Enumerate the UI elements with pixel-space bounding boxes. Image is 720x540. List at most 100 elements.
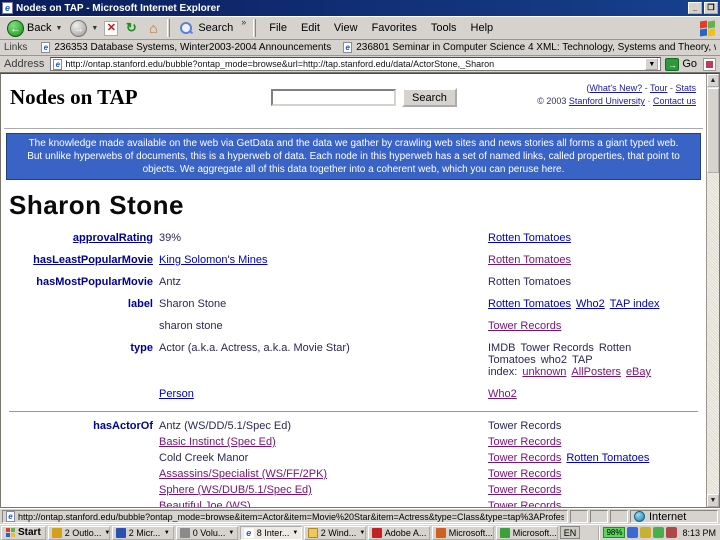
source-link[interactable]: Tower Records <box>488 436 561 448</box>
links-bar-item[interactable]: 236801 Seminar in Computer Science 4 XML… <box>356 42 716 53</box>
address-dropdown-icon[interactable]: ▼ <box>645 58 659 70</box>
scroll-down-icon[interactable]: ▼ <box>707 494 719 507</box>
property-row: hasMostPopularMovie Antz Rotten Tomatoes <box>7 271 700 293</box>
search-toolbar-button[interactable]: Search <box>173 20 237 36</box>
toolbar-overflow-chevron[interactable]: » <box>241 17 246 27</box>
scrollbar-track[interactable] <box>707 173 719 494</box>
source-link[interactable]: Tower Records <box>488 452 561 464</box>
back-label: Back <box>27 22 52 34</box>
nav-link-what-s-new[interactable]: What's New? <box>589 83 642 93</box>
property-row: sharon stone Tower Records <box>7 315 700 337</box>
status-pane-2 <box>590 510 608 523</box>
property-label: label <box>127 298 153 310</box>
property-value[interactable]: Sphere (WS/DUB/5.1/Spec Ed) <box>159 484 312 496</box>
title-bar: e Nodes on TAP - Microsoft Internet Expl… <box>0 0 720 16</box>
back-dropdown-icon[interactable]: ▼ <box>55 25 62 32</box>
address-field[interactable]: e http://ontap.stanford.edu/bubble?ontap… <box>50 57 662 71</box>
go-button[interactable]: → Go <box>665 57 697 71</box>
menu-item-favorites[interactable]: Favorites <box>366 20 423 36</box>
property-value[interactable]: Person <box>159 388 194 400</box>
property-value[interactable]: King Solomon's Mines <box>159 254 268 266</box>
contact-us-link[interactable]: Contact us <box>653 96 696 106</box>
volume-tray-icon[interactable] <box>640 527 652 538</box>
restore-button[interactable]: ❐ <box>704 2 718 14</box>
source-link[interactable]: AllPosters <box>571 366 621 378</box>
property-value[interactable]: Beautiful Joe (WS) <box>159 500 251 507</box>
home-button[interactable]: ⌂ <box>144 20 162 37</box>
source-link[interactable]: Tower Records <box>488 484 561 496</box>
source-link[interactable]: Who2 <box>576 298 605 310</box>
search-button[interactable]: Search <box>402 88 457 107</box>
forward-dropdown-icon[interactable]: ▼ <box>91 25 98 32</box>
menu-item-view[interactable]: View <box>328 20 364 36</box>
menu-item-tools[interactable]: Tools <box>425 20 463 36</box>
stop-button[interactable]: ✕ <box>104 20 119 36</box>
source-link: IMDB <box>488 342 516 354</box>
taskbar-button[interactable]: 2 Wind... ▼ <box>303 525 366 540</box>
property-source-cell: Tower Records <box>488 436 700 448</box>
scrollbar-thumb[interactable] <box>707 88 719 173</box>
refresh-button[interactable]: ↻ <box>122 20 140 37</box>
property-label[interactable]: approvalRating <box>7 232 153 244</box>
scroll-up-icon[interactable]: ▲ <box>707 74 719 87</box>
taskbar-button[interactable]: 2 Outlo... ▼ <box>47 525 110 540</box>
word-icon <box>115 527 126 538</box>
source-link[interactable]: Rotten Tomatoes <box>566 452 649 464</box>
nav-link-stats[interactable]: Stats <box>675 83 696 93</box>
group-dropdown-icon[interactable]: ▼ <box>104 530 108 536</box>
group-dropdown-icon[interactable]: ▼ <box>292 530 298 536</box>
back-button[interactable]: ← Back ▼ <box>3 19 66 38</box>
taskbar-button[interactable]: 2 Micr... ▼ <box>111 525 174 540</box>
start-button[interactable]: Start <box>1 525 46 540</box>
network-icon[interactable] <box>666 527 678 538</box>
property-row: Cold Creek Manor Tower Records Rotten Toma… <box>7 450 700 466</box>
source-link[interactable]: Rotten Tomatoes <box>488 254 571 266</box>
menu-item-file[interactable]: File <box>263 20 293 36</box>
messenger-icon[interactable] <box>653 527 665 538</box>
source-link[interactable]: TAP index <box>610 298 660 310</box>
property-source-cell: Rotten Tomatoes <box>488 276 700 288</box>
language-indicator[interactable]: EN <box>559 526 581 539</box>
address-url[interactable]: http://ontap.stanford.edu/bubble?ontap_m… <box>65 59 645 69</box>
forward-button[interactable]: → ▼ <box>66 19 102 38</box>
msn-icon <box>499 527 510 538</box>
taskbar-button[interactable]: Adobe A... <box>367 525 430 540</box>
browser-extension-icon[interactable] <box>703 57 716 71</box>
source-link[interactable]: Who2 <box>488 388 517 400</box>
minimize-button[interactable]: _ <box>688 2 702 14</box>
property-label[interactable]: hasLeastPopularMovie <box>7 254 153 266</box>
nav-link-separator: - <box>642 83 650 93</box>
taskbar-button[interactable]: 0 Volu... ▼ <box>175 525 238 540</box>
links-bar-item[interactable]: 236353 Database Systems, Winter2003-2004… <box>54 42 331 53</box>
battery-indicator[interactable]: 98% <box>603 527 626 538</box>
menu-item-edit[interactable]: Edit <box>295 20 326 36</box>
browser-viewport: Nodes on TAP Search (What's New? - Tour … <box>0 73 720 508</box>
page-header: Nodes on TAP Search (What's New? - Tour … <box>1 74 706 126</box>
source-link[interactable]: Tower Records <box>488 320 561 332</box>
source-link[interactable]: Tower Records <box>488 500 561 507</box>
taskbar-button[interactable]: e8 Inter... ▼ <box>239 525 302 540</box>
source-link[interactable]: Tower Records <box>488 468 561 480</box>
property-value[interactable]: Assassins/Specialist (WS/FF/2PK) <box>159 468 327 480</box>
source-link[interactable]: unknown <box>522 366 566 378</box>
nav-link-tour[interactable]: Tour <box>650 83 668 93</box>
office-icon <box>435 527 446 538</box>
vertical-scrollbar[interactable]: ▲ ▼ <box>706 74 719 507</box>
source-link[interactable]: Rotten Tomatoes <box>488 298 571 310</box>
stanford-university-link[interactable]: Stanford University <box>569 96 645 106</box>
taskbar-button[interactable]: Microsoft... <box>495 525 558 540</box>
volume-icon <box>179 527 190 538</box>
group-dropdown-icon[interactable]: ▼ <box>228 530 234 536</box>
group-dropdown-icon[interactable]: ▼ <box>359 530 364 536</box>
property-source-cell: IMDB Tower Records Rotten Tomatoes who2 TAP … <box>488 342 700 378</box>
keyboard-icon[interactable] <box>627 527 639 538</box>
property-label: type <box>130 342 153 354</box>
taskbar-button[interactable]: Microsoft... <box>431 525 494 540</box>
source-link[interactable]: eBay <box>626 366 651 378</box>
source-link[interactable]: Rotten Tomatoes <box>488 232 571 244</box>
status-pane-3 <box>610 510 628 523</box>
property-value[interactable]: Basic Instinct (Spec Ed) <box>159 436 276 448</box>
group-dropdown-icon[interactable]: ▼ <box>164 530 170 536</box>
menu-item-help[interactable]: Help <box>465 20 500 36</box>
search-input[interactable] <box>271 89 396 106</box>
